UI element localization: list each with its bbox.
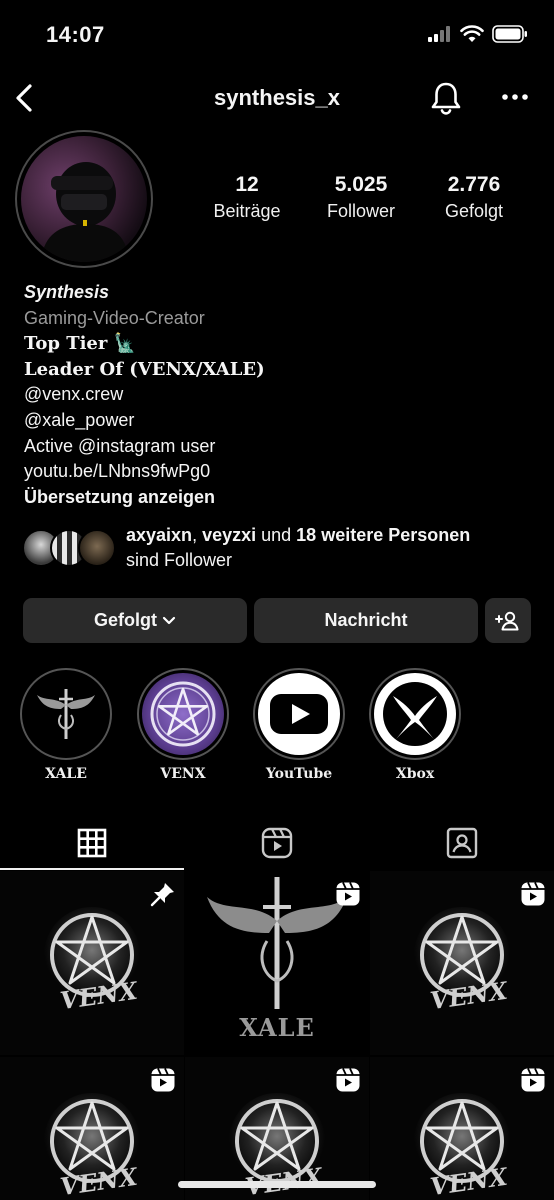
highlight-cover-youtube [258,673,340,755]
active-tab-indicator [0,868,184,870]
following-button-label: Gefolgt [94,610,157,630]
mutual-and: und [256,525,297,545]
highlight-ring [137,668,229,760]
reel-badge [520,1067,546,1093]
mutual-suffix: sind Follower [126,550,233,570]
highlight-label: XALE [45,766,87,782]
highlight-label: Xbox [395,766,435,782]
reel-badge [150,1067,176,1093]
home-indicator[interactable] [178,1181,376,1188]
tab-reels[interactable] [185,815,369,871]
reels-icon [336,1068,360,1092]
avatar-figure [41,162,129,262]
followers-count[interactable]: 5.025 Follower [315,172,407,224]
status-icons [428,25,528,43]
status-bar: 14:07 [0,0,554,70]
highlight-cover-xbox [374,673,456,755]
pin-icon [150,883,174,907]
bio-category: Gaming-Video-Creator [24,307,205,328]
grid-icon [77,828,107,858]
highlight-cover-venx [142,673,224,755]
posts-count[interactable]: 12 Beiträge [202,172,292,224]
mutual-avatar [78,529,116,567]
chevron-down-icon [162,616,176,624]
highlight-youtube[interactable]: YouTube [253,668,345,782]
following-count[interactable]: 2.776 Gefolgt [430,172,518,224]
youtube-icon [270,694,328,734]
profile-tabs [0,815,554,871]
profile-username: synthesis_x [214,85,340,110]
reel-badge [335,1067,361,1093]
bell-icon [431,82,461,115]
profile-bio: Synthesis Gaming-Video-Creator Top Tier … [24,280,544,510]
suggest-users-button[interactable] [485,598,531,643]
bio-display-name: Synthesis [24,282,110,302]
bio-line-active: Active @instagram user [24,435,216,456]
highlight-ring [369,668,461,760]
mutual-followers[interactable]: axyaixn, veyzxi und 18 weitere Personen s… [22,523,542,575]
reel-badge [335,881,361,907]
bio-mention-xale[interactable]: @xale_power [24,408,544,434]
grid-post[interactable]: VENX [0,871,184,1055]
grid-post[interactable]: VENX [370,871,554,1055]
followers-count-value: 5.025 [334,173,388,196]
xbox-icon [383,682,447,746]
wifi-icon [460,25,484,42]
following-count-value: 2.776 [447,173,501,196]
post-caption: XALE [239,1013,315,1042]
more-horizontal-icon [502,94,528,100]
highlight-venx[interactable]: VENX [137,668,229,782]
posts-count-label: Beiträge [213,201,281,221]
tagged-icon [446,827,478,859]
translate-bio-link[interactable]: Übersetzung anzeigen [24,485,544,511]
profile-avatar [21,136,147,262]
profile-header: synthesis_x [0,70,554,130]
highlight-ring [253,668,345,760]
reels-icon [521,882,545,906]
pentagram-icon [150,681,216,747]
reels-icon [151,1068,175,1092]
notifications-button[interactable] [428,80,464,116]
more-options-button[interactable] [498,82,532,112]
highlight-label: YouTube [265,766,333,782]
highlight-xale[interactable]: XALE [20,668,112,782]
battery-icon [492,25,527,43]
dragon-sword-icon [37,689,95,739]
profile-avatar-ring[interactable] [15,130,153,268]
posts-count-value: 12 [235,173,259,196]
mutual-followers-text: axyaixn, veyzxi und 18 weitere Personen s… [126,523,546,573]
followers-count-label: Follower [326,201,396,221]
mutual-follower-name: veyzxi [202,525,257,545]
mutual-separator: , [192,525,203,545]
cellular-signal-icon [428,26,450,42]
pinned-badge [150,881,176,907]
message-button[interactable]: Nachricht [254,598,478,643]
reels-icon [521,1068,545,1092]
add-user-icon [495,611,519,630]
reels-icon [336,882,360,906]
bio-line-top-tier: Top Tier 🗽 [24,333,137,355]
grid-post[interactable]: VENX [0,1057,184,1200]
message-button-label: Nachricht [324,610,408,630]
following-count-label: Gefolgt [444,201,504,221]
highlight-xbox[interactable]: Xbox [369,668,461,782]
bio-link[interactable]: youtu.be/LNbns9fwPg0 [24,459,544,485]
highlight-ring [20,668,112,760]
bio-mention-venx[interactable]: @venx.crew [24,382,544,408]
highlight-cover-xale [25,673,107,755]
grid-post[interactable]: VENX [185,1057,369,1200]
reels-icon [261,827,293,859]
mutual-avatars [22,529,118,569]
status-time: 14:07 [46,22,105,47]
grid-post[interactable]: XALE [185,871,369,1055]
reel-badge [520,881,546,907]
bio-line-leader: Leader Of (VENX/XALE) [24,358,265,380]
highlight-label: VENX [160,766,206,782]
mutual-follower-name: axyaixn [126,525,193,545]
tab-tagged[interactable] [370,815,554,871]
tab-posts-grid[interactable] [0,815,184,871]
mutual-others-count: 18 weitere Personen [296,525,471,545]
grid-post[interactable]: VENX [370,1057,554,1200]
following-button[interactable]: Gefolgt [23,598,247,643]
